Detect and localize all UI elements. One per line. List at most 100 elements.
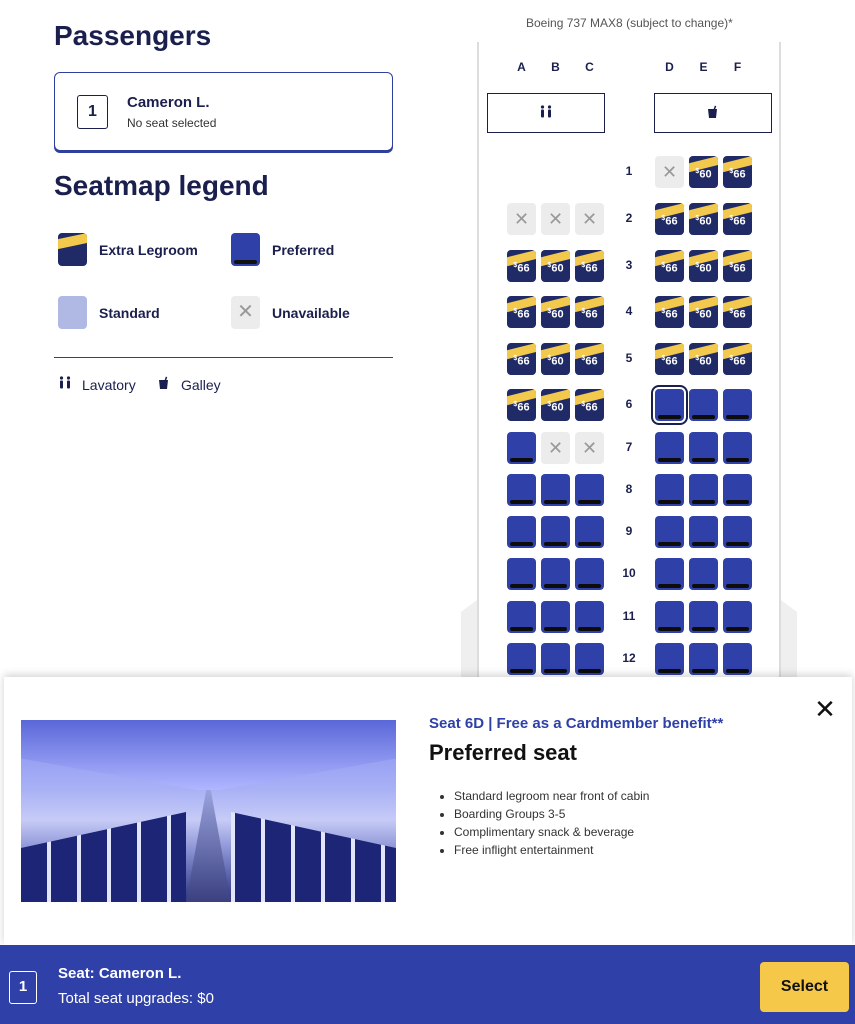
feature-item: Free inflight entertainment	[454, 843, 649, 857]
seat-6b[interactable]: $60	[541, 389, 570, 421]
seat-8e[interactable]	[689, 474, 718, 506]
seat-8c[interactable]	[575, 474, 604, 506]
seat-price: $66	[661, 308, 678, 321]
seat-10f[interactable]	[723, 558, 752, 590]
lavatory-box	[487, 93, 605, 133]
row-number-12: 12	[622, 651, 636, 665]
seat-11e[interactable]	[689, 601, 718, 633]
seat-price: $66	[513, 308, 530, 321]
seat-6e[interactable]	[689, 389, 718, 421]
seat-price: $66	[513, 262, 530, 275]
seat-11b[interactable]	[541, 601, 570, 633]
column-letter-e: E	[699, 60, 708, 74]
seat-7b-unavailable: ✕	[541, 432, 570, 464]
bottom-seat-label: Seat: Cameron L.	[58, 965, 182, 982]
seat-1f[interactable]: $66	[723, 156, 752, 188]
seat-5a[interactable]: $66	[507, 343, 536, 375]
seat-10d[interactable]	[655, 558, 684, 590]
seat-3e[interactable]: $60	[689, 250, 718, 282]
seat-2c-unavailable: ✕	[575, 203, 604, 235]
seat-11d[interactable]	[655, 601, 684, 633]
seat-4a[interactable]: $66	[507, 296, 536, 328]
seat-4d[interactable]: $66	[655, 296, 684, 328]
seat-12e[interactable]	[689, 643, 718, 675]
seat-5c[interactable]: $66	[575, 343, 604, 375]
seat-8d[interactable]	[655, 474, 684, 506]
seat-7d[interactable]	[655, 432, 684, 464]
seat-12b[interactable]	[541, 643, 570, 675]
row-number-10: 10	[622, 566, 636, 580]
legend-unavailable: ✕ Unavailable	[231, 296, 350, 329]
seat-5e[interactable]: $60	[689, 343, 718, 375]
seat-6c[interactable]: $66	[575, 389, 604, 421]
seat-3b[interactable]: $60	[541, 250, 570, 282]
seat-12f[interactable]	[723, 643, 752, 675]
seat-3a[interactable]: $66	[507, 250, 536, 282]
seat-detail-title: Preferred seat	[429, 740, 577, 765]
seat-11f[interactable]	[723, 601, 752, 633]
legend-label: Extra Legroom	[99, 241, 198, 258]
seat-4e[interactable]: $60	[689, 296, 718, 328]
seat-4f[interactable]: $66	[723, 296, 752, 328]
seat-price: $60	[547, 308, 564, 321]
seat-9f[interactable]	[723, 516, 752, 548]
seat-12a[interactable]	[507, 643, 536, 675]
seat-9b[interactable]	[541, 516, 570, 548]
seat-6f[interactable]	[723, 389, 752, 421]
seat-7e[interactable]	[689, 432, 718, 464]
seat-4c[interactable]: $66	[575, 296, 604, 328]
seat-7f[interactable]	[723, 432, 752, 464]
seat-5d[interactable]: $66	[655, 343, 684, 375]
seat-1e[interactable]: $60	[689, 156, 718, 188]
seat-3c[interactable]: $66	[575, 250, 604, 282]
seat-2e[interactable]: $60	[689, 203, 718, 235]
seat-8b[interactable]	[541, 474, 570, 506]
bottom-bar: 1 Seat: Cameron L. Total seat upgrades: …	[0, 945, 855, 1024]
seat-3f[interactable]: $66	[723, 250, 752, 282]
cabin-photo	[21, 720, 396, 902]
select-button[interactable]: Select	[760, 962, 849, 1012]
seat-7c-unavailable: ✕	[575, 432, 604, 464]
seat-12d[interactable]	[655, 643, 684, 675]
aircraft-type: Boeing 737 MAX8 (subject to change)*	[526, 16, 733, 30]
seat-6a[interactable]: $66	[507, 389, 536, 421]
wing-left	[461, 600, 477, 680]
seat-6d[interactable]	[651, 385, 688, 425]
column-letter-d: D	[665, 60, 674, 74]
seat-9a[interactable]	[507, 516, 536, 548]
seat-9c[interactable]	[575, 516, 604, 548]
seat-12c[interactable]	[575, 643, 604, 675]
legend-label: Preferred	[272, 241, 335, 258]
seat-11a[interactable]	[507, 601, 536, 633]
seat-2f[interactable]: $66	[723, 203, 752, 235]
seat-7a[interactable]	[507, 432, 536, 464]
row-number-6: 6	[625, 397, 633, 411]
seat-3d[interactable]: $66	[655, 250, 684, 282]
feature-item: Standard legroom near front of cabin	[454, 789, 649, 803]
row-number-4: 4	[625, 304, 633, 318]
seat-price: $66	[729, 308, 746, 321]
seat-price: $66	[661, 262, 678, 275]
legend-title: Seatmap legend	[54, 170, 269, 201]
lavatory-label: Lavatory	[82, 376, 136, 393]
seat-8f[interactable]	[723, 474, 752, 506]
seat-10b[interactable]	[541, 558, 570, 590]
seat-9d[interactable]	[655, 516, 684, 548]
row-number-2: 2	[625, 211, 633, 225]
seat-10e[interactable]	[689, 558, 718, 590]
seat-5f[interactable]: $66	[723, 343, 752, 375]
seat-10a[interactable]	[507, 558, 536, 590]
close-icon[interactable]: ✕	[814, 696, 836, 722]
seat-price: $60	[695, 168, 712, 181]
seat-4b[interactable]: $60	[541, 296, 570, 328]
passenger-card[interactable]: 1 Cameron L. No seat selected	[54, 72, 393, 151]
seat-8a[interactable]	[507, 474, 536, 506]
passenger-name: Cameron L.	[127, 94, 210, 111]
seat-2d[interactable]: $66	[655, 203, 684, 235]
seat-10c[interactable]	[575, 558, 604, 590]
standard-swatch	[58, 296, 87, 329]
seat-11c[interactable]	[575, 601, 604, 633]
seat-price: $66	[581, 401, 598, 414]
seat-9e[interactable]	[689, 516, 718, 548]
seat-5b[interactable]: $60	[541, 343, 570, 375]
